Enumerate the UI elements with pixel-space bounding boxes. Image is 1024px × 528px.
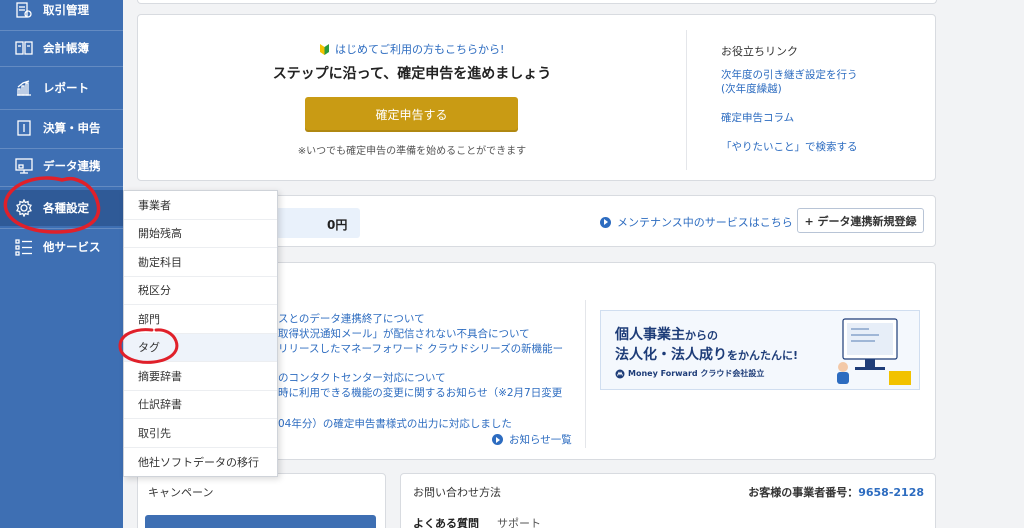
menu-item-summary-dictionary[interactable]: 摘要辞書 xyxy=(124,362,277,391)
news-item[interactable]: スとのデータ連携終了について xyxy=(278,311,425,326)
tab-faq[interactable]: よくある質問 xyxy=(413,515,479,528)
menu-item-journal-dictionary[interactable]: 仕訳辞書 xyxy=(124,391,277,419)
balance-value: 0円 xyxy=(327,218,348,232)
business-number: お客様の事業者番号：9658-2128 xyxy=(748,486,924,499)
sidebar-item-closing[interactable]: 決算・申告 xyxy=(0,110,123,146)
incorporation-banner[interactable]: 個人事業主からの 法人化・法人成りをかんたんに! Money Forward ク… xyxy=(600,310,920,390)
campaign-banner[interactable] xyxy=(145,515,376,528)
logo-icon xyxy=(615,369,625,378)
sidebar-item-data-link[interactable]: データ連携 xyxy=(0,148,123,184)
campaign-title: キャンペーン xyxy=(148,486,214,499)
sidebar-item-label: 決算・申告 xyxy=(43,121,101,135)
tab-support[interactable]: サポート xyxy=(497,515,541,528)
sidebar-item-label: 各種設定 xyxy=(43,201,89,215)
menu-item-department[interactable]: 部門 xyxy=(124,305,277,334)
computer-illustration-icon xyxy=(837,318,911,385)
arrow-circle-icon xyxy=(492,434,503,445)
useful-links-title: お役立ちリンク xyxy=(721,45,798,58)
menu-item-data-migration[interactable]: 他社ソフトデータの移行 xyxy=(124,448,277,477)
divider xyxy=(0,66,123,67)
chart-icon xyxy=(14,78,34,98)
menu-item-business[interactable]: 事業者 xyxy=(124,191,277,220)
sidebar-item-label: データ連携 xyxy=(43,159,101,173)
contact-tabs: よくある質問 サポート xyxy=(413,515,541,528)
beginner-link-text: はじめてご利用の方もこちらから! xyxy=(335,43,505,56)
menu-list-icon xyxy=(14,237,34,257)
top-card xyxy=(137,0,937,4)
news-item[interactable]: のコンタクトセンター対応について xyxy=(278,370,446,385)
add-data-link-button[interactable]: + データ連携新規登録 xyxy=(797,208,924,233)
sidebar-item-label: レポート xyxy=(43,81,89,95)
arrow-circle-icon xyxy=(600,216,611,228)
sidebar-item-settings[interactable]: 各種設定 xyxy=(0,190,123,226)
sidebar-item-label: 取引管理 xyxy=(43,3,89,17)
settings-menu: 事業者 開始残高 勘定科目 税区分 部門 タグ 摘要辞書 仕訳辞書 取引先 他社… xyxy=(123,190,278,477)
list-icon xyxy=(14,0,34,20)
maintenance-link-text: メンテナンス中のサービスはこちら xyxy=(617,216,793,229)
news-item[interactable]: 時に利用できる機能の変更に関するお知らせ（※2月7日変更 xyxy=(278,385,562,400)
sidebar-item-label: 他サービス xyxy=(43,240,101,254)
banner-line-1: 個人事業主からの xyxy=(615,327,718,343)
sidebar-item-reports[interactable]: レポート xyxy=(0,70,123,106)
book-icon xyxy=(14,38,34,58)
search-by-task-link[interactable]: 「やりたいこと」で検索する xyxy=(721,139,858,154)
divider xyxy=(585,300,586,448)
divider xyxy=(0,186,123,187)
news-item[interactable]: 04年分）の確定申告書様式の出力に対応しました xyxy=(278,416,512,431)
menu-item-opening-balance[interactable]: 開始残高 xyxy=(124,220,277,248)
carryover-settings-link[interactable]: 次年度の引き継ぎ設定を行う xyxy=(721,67,858,82)
document-icon xyxy=(14,118,34,138)
news-item[interactable]: リリースしたマネーフォワード クラウドシリーズの新機能ー xyxy=(278,341,563,356)
tax-column-link[interactable]: 確定申告コラム xyxy=(721,110,794,125)
news-list-link-text: お知らせ一覧 xyxy=(509,434,572,446)
carryover-settings-link-sub[interactable]: (次年度繰越) xyxy=(721,81,782,96)
sidebar: 取引管理 会計帳簿 レポート 決算・申告 データ連携 各種設定 他サービス xyxy=(0,0,123,528)
sidebar-item-other-services[interactable]: 他サービス xyxy=(0,229,123,265)
money-forward-logo: Money Forward クラウド会社設立 xyxy=(615,368,764,379)
gear-icon xyxy=(14,198,34,218)
monitor-icon xyxy=(14,156,34,176)
hero-title: ステップに沿って、確定申告を進めましょう xyxy=(272,66,552,82)
menu-item-tag[interactable]: タグ xyxy=(124,333,277,362)
hero-note: ※いつでも確定申告の準備を始めることができます xyxy=(297,146,527,157)
file-tax-return-button[interactable]: 確定申告する xyxy=(305,97,518,132)
sidebar-item-label: 会計帳簿 xyxy=(43,41,89,55)
banner-line-2: 法人化・法人成りをかんたんに! xyxy=(615,347,799,363)
news-list-link[interactable]: お知らせ一覧 xyxy=(492,432,572,447)
sidebar-item-books[interactable]: 会計帳簿 xyxy=(0,30,123,66)
menu-item-tax-category[interactable]: 税区分 xyxy=(124,277,277,305)
menu-item-clients[interactable]: 取引先 xyxy=(124,419,277,448)
menu-item-accounts[interactable]: 勘定科目 xyxy=(124,248,277,277)
divider xyxy=(686,30,687,170)
beginner-link[interactable]: はじめてご利用の方もこちらから! xyxy=(320,41,504,57)
contact-title: お問い合わせ方法 xyxy=(413,486,501,499)
beginner-mark-icon xyxy=(320,43,329,55)
maintenance-link[interactable]: メンテナンス中のサービスはこちら xyxy=(600,214,793,230)
news-item[interactable]: 取得状況通知メール」が配信されない不具合について xyxy=(278,326,530,341)
sidebar-item-transactions[interactable]: 取引管理 xyxy=(0,0,123,28)
